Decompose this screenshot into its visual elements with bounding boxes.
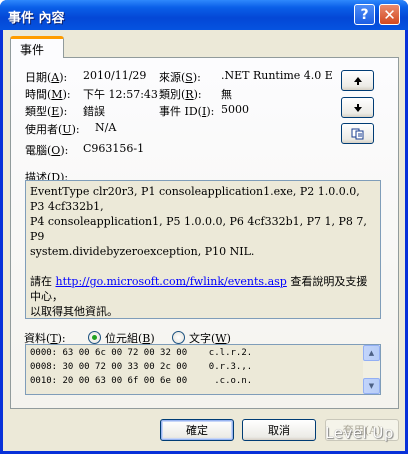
data-box[interactable]: 0000: 63 00 6c 00 72 00 32 00 c.l.r.2. 0… — [25, 344, 381, 395]
scroll-up-button[interactable]: ▲ — [363, 345, 380, 361]
ok-button[interactable]: 確定 — [160, 419, 234, 441]
event-properties-window: 事件 內容 ? ✕ 事件 日期(A): 2010/11/29 時間(M): 下午… — [0, 0, 408, 454]
help-link[interactable]: http://go.microsoft.com/fwlink/events.as… — [56, 275, 287, 288]
description-line: EventType clr20r3, P1 consoleapplication… — [30, 185, 360, 213]
category-value: 無 — [221, 88, 232, 101]
window-title: 事件 內容 — [8, 11, 65, 26]
previous-event-button[interactable] — [341, 70, 374, 91]
help-text: 請在 http://go.microsoft.com/fwlink/events… — [30, 275, 368, 303]
up-arrow-icon — [353, 76, 362, 85]
help-button[interactable]: ? — [354, 4, 375, 25]
bytes-radio[interactable] — [88, 331, 101, 344]
help-text-line2: 以取得其他資訊。 — [30, 305, 118, 318]
data-line: 0010: 20 00 63 00 6f 00 6e 00 .c.o.n. — [30, 376, 253, 386]
copy-button[interactable] — [341, 123, 374, 144]
scroll-down-button[interactable]: ▼ — [363, 378, 380, 394]
title-bar[interactable]: 事件 內容 ? ✕ — [0, 0, 408, 30]
description-box[interactable]: EventType clr20r3, P1 consoleapplication… — [25, 180, 381, 319]
time-label: 時間(M): — [25, 88, 71, 101]
close-icon: ✕ — [383, 5, 396, 24]
description-line: P4 consoleapplication1, P5 1.0.0.0, P6 4… — [30, 215, 367, 243]
category-label: 類別(R): — [159, 88, 202, 101]
next-event-button[interactable] — [341, 97, 374, 118]
computer-value: C963156-1 — [83, 142, 145, 155]
description-line: system.dividebyzeroexception, P10 NIL. — [30, 245, 255, 258]
chevron-up-icon: ▲ — [368, 349, 375, 357]
type-value: 錯誤 — [83, 105, 105, 118]
help-icon: ? — [360, 6, 369, 23]
close-button[interactable]: ✕ — [379, 4, 400, 25]
user-label: 使用者(U): — [25, 123, 80, 136]
down-arrow-icon — [353, 103, 362, 112]
source-label: 來源(S): — [159, 71, 201, 84]
type-label: 類型(E): — [25, 105, 68, 118]
copy-icon — [351, 128, 363, 139]
cancel-button[interactable]: 取消 — [242, 419, 316, 441]
watermark: Level Up — [325, 424, 394, 442]
event-id-label: 事件 ID(I): — [159, 105, 215, 118]
data-line: 0008: 30 00 72 00 33 00 2c 00 0.r.3.,. — [30, 362, 253, 372]
chevron-down-icon: ▼ — [368, 382, 375, 390]
text-radio[interactable] — [172, 331, 185, 344]
date-label: 日期(A): — [25, 71, 68, 84]
event-id-value: 5000 — [221, 103, 249, 116]
source-value: .NET Runtime 4.0 Erro — [221, 69, 333, 82]
user-value: N/A — [95, 121, 117, 134]
data-scrollbar[interactable]: ▲ ▼ — [363, 345, 380, 394]
time-value: 下午 12:57:43 — [83, 88, 158, 101]
computer-label: 電腦(O): — [25, 144, 69, 157]
tab-event[interactable]: 事件 — [10, 36, 64, 58]
date-value: 2010/11/29 — [83, 69, 147, 82]
data-line: 0000: 63 00 6c 00 72 00 32 00 c.l.r.2. — [30, 348, 253, 358]
